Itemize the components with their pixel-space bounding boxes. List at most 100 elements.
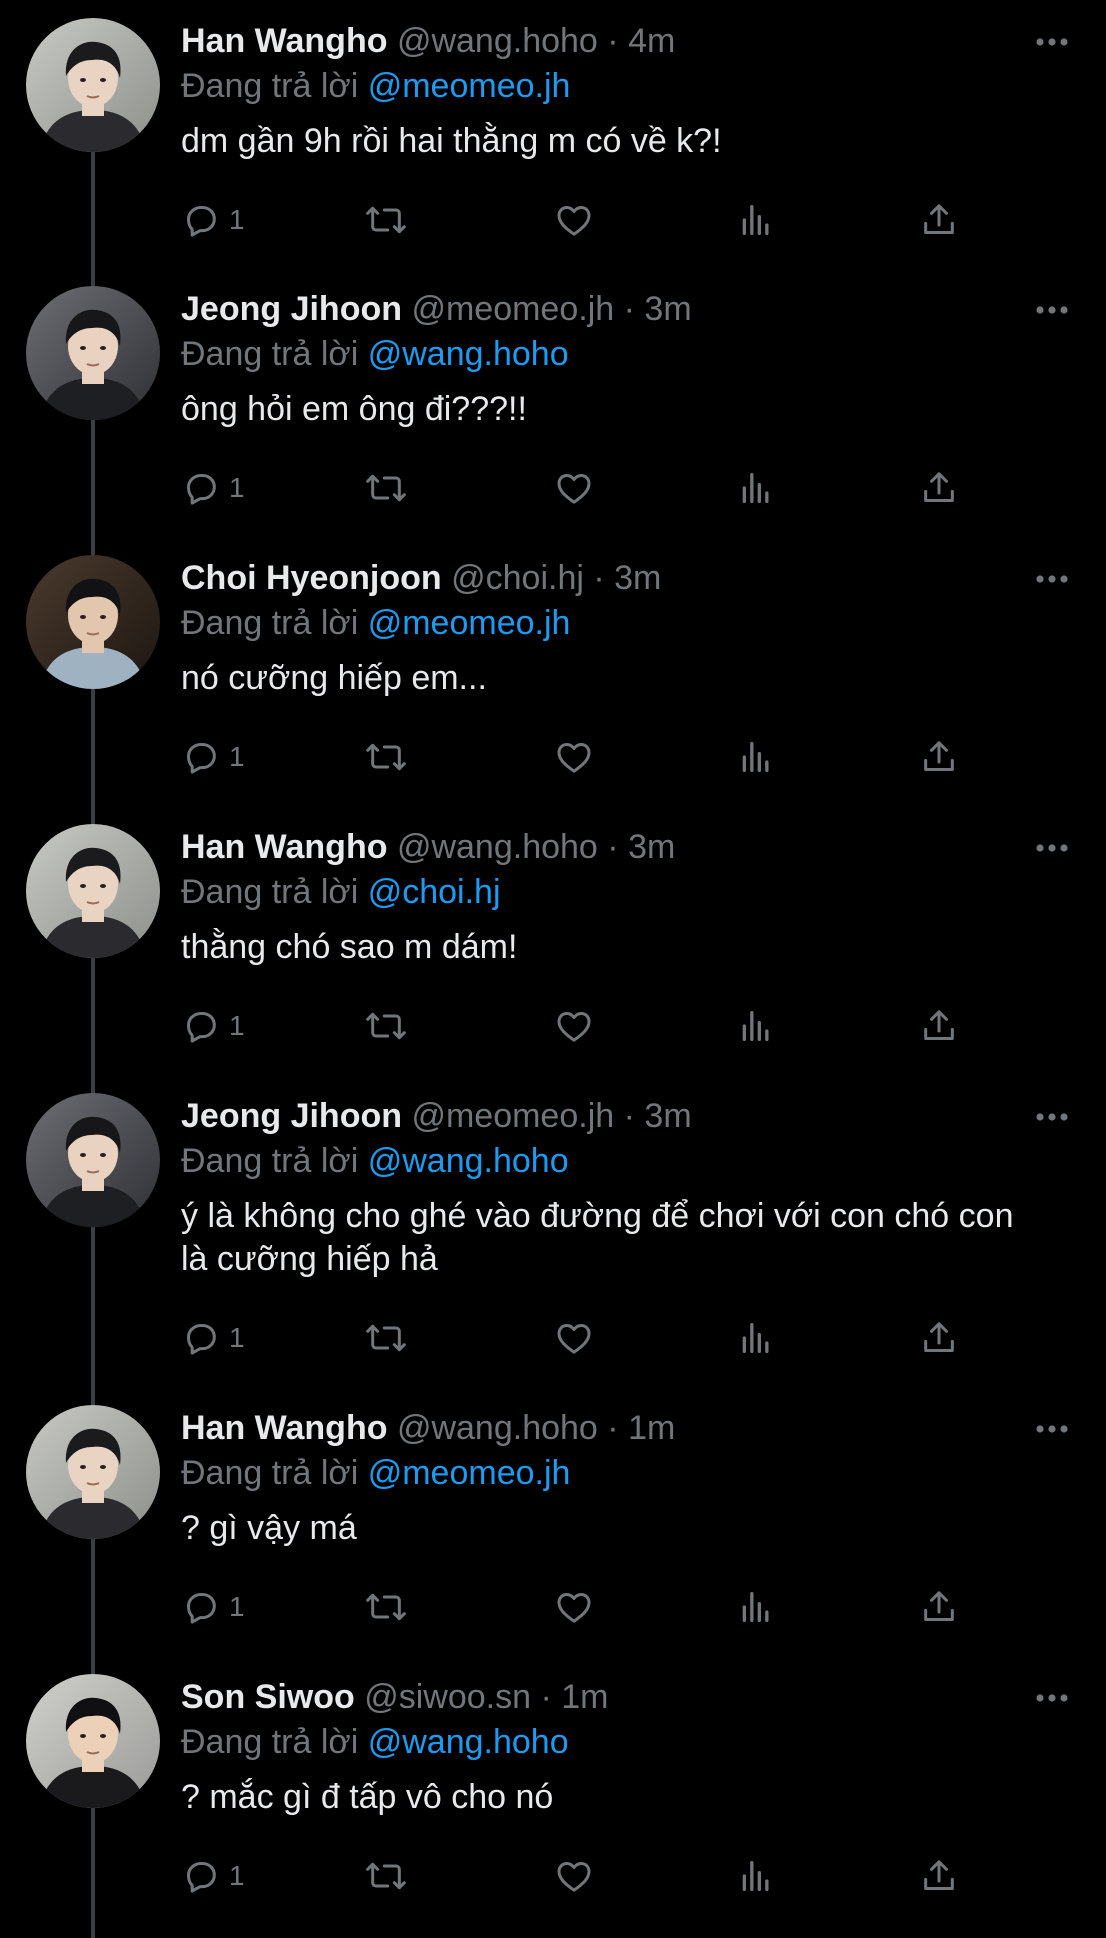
- retweet-button[interactable]: [364, 1577, 408, 1637]
- tweet[interactable]: Han Wangho @wang.hoho · 4m Đang trả lời @…: [0, 0, 1106, 286]
- reply-button[interactable]: 1: [181, 1308, 245, 1368]
- timestamp[interactable]: 3m: [644, 1097, 691, 1135]
- more-options-icon[interactable]: [1030, 1409, 1074, 1449]
- tweet-header: Han Wangho @wang.hoho · 4m: [181, 18, 1041, 64]
- author-name[interactable]: Jeong Jihoon: [181, 290, 402, 328]
- avatar[interactable]: [26, 18, 160, 152]
- author-handle[interactable]: @wang.hoho: [397, 1409, 598, 1447]
- share-button[interactable]: [919, 190, 959, 250]
- share-icon: [919, 1856, 959, 1896]
- reply-prefix: Đang trả lời: [181, 67, 359, 105]
- reply-to-handle[interactable]: @choi.hj: [368, 873, 501, 911]
- like-button[interactable]: [553, 727, 595, 787]
- retweet-button[interactable]: [364, 1308, 408, 1368]
- avatar[interactable]: [26, 555, 160, 689]
- avatar[interactable]: [26, 824, 160, 958]
- views-button[interactable]: [736, 996, 776, 1056]
- tweet[interactable]: Choi Hyeonjoon @choi.hj · 3m Đang trả lời…: [0, 537, 1106, 824]
- tweet[interactable]: Jeong Jihoon @meomeo.jh · 3m Đang trả lời…: [0, 268, 1106, 555]
- author-handle[interactable]: @wang.hoho: [397, 828, 598, 866]
- avatar[interactable]: [26, 286, 160, 420]
- reply-button[interactable]: 1: [181, 996, 245, 1056]
- author-name[interactable]: Son Siwoo: [181, 1678, 355, 1716]
- views-button[interactable]: [736, 1577, 776, 1637]
- share-icon: [919, 468, 959, 508]
- tweet-content: Choi Hyeonjoon @choi.hj · 3m Đang trả lời…: [181, 555, 1041, 700]
- timestamp[interactable]: 1m: [561, 1678, 608, 1716]
- reply-thread: Han Wangho @wang.hoho · 4m Đang trả lời @…: [0, 0, 1106, 1938]
- reply-to-handle[interactable]: @meomeo.jh: [368, 1454, 571, 1492]
- like-button[interactable]: [553, 1577, 595, 1637]
- like-button[interactable]: [553, 458, 595, 518]
- heart-icon: [553, 1318, 595, 1358]
- views-button[interactable]: [736, 1308, 776, 1368]
- separator-dot: ·: [607, 828, 619, 866]
- author-name[interactable]: Jeong Jihoon: [181, 1097, 402, 1135]
- share-button[interactable]: [919, 458, 959, 518]
- reply-to-handle[interactable]: @meomeo.jh: [368, 67, 571, 105]
- avatar[interactable]: [26, 1405, 160, 1539]
- author-handle[interactable]: @siwoo.sn: [364, 1678, 531, 1716]
- author-name[interactable]: Han Wangho: [181, 22, 388, 60]
- reply-button[interactable]: 1: [181, 190, 245, 250]
- retweet-button[interactable]: [364, 190, 408, 250]
- share-button[interactable]: [919, 727, 959, 787]
- more-options-icon[interactable]: [1030, 828, 1074, 868]
- timestamp[interactable]: 3m: [614, 559, 661, 597]
- reply-button[interactable]: 1: [181, 1577, 245, 1637]
- tweet[interactable]: Han Wangho @wang.hoho · 1m Đang trả lời @…: [0, 1387, 1106, 1674]
- tweet-actions: 1: [181, 996, 981, 1056]
- retweet-button[interactable]: [364, 727, 408, 787]
- like-button[interactable]: [553, 1846, 595, 1906]
- more-options-icon[interactable]: [1030, 1678, 1074, 1718]
- more-options-icon[interactable]: [1030, 22, 1074, 62]
- timestamp[interactable]: 1m: [628, 1409, 675, 1447]
- avatar[interactable]: [26, 1093, 160, 1227]
- more-options-icon[interactable]: [1030, 290, 1074, 330]
- retweet-button[interactable]: [364, 458, 408, 518]
- views-button[interactable]: [736, 458, 776, 518]
- reply-button[interactable]: 1: [181, 1846, 245, 1906]
- tweet[interactable]: Jeong Jihoon @meomeo.jh · 3m Đang trả lời…: [0, 1075, 1106, 1405]
- timestamp[interactable]: 3m: [628, 828, 675, 866]
- replying-to: Đang trả lời @wang.hoho: [181, 1720, 1041, 1764]
- reply-to-handle[interactable]: @wang.hoho: [368, 335, 569, 373]
- author-name[interactable]: Han Wangho: [181, 1409, 388, 1447]
- author-handle[interactable]: @meomeo.jh: [411, 1097, 614, 1135]
- replying-to: Đang trả lời @wang.hoho: [181, 1139, 1041, 1183]
- replying-to: Đang trả lời @wang.hoho: [181, 332, 1041, 376]
- author-name[interactable]: Choi Hyeonjoon: [181, 559, 442, 597]
- tweet-content: Han Wangho @wang.hoho · 1m Đang trả lời @…: [181, 1405, 1041, 1550]
- views-button[interactable]: [736, 727, 776, 787]
- avatar[interactable]: [26, 1674, 160, 1808]
- share-button[interactable]: [919, 1577, 959, 1637]
- reply-to-handle[interactable]: @wang.hoho: [368, 1142, 569, 1180]
- share-button[interactable]: [919, 1846, 959, 1906]
- like-button[interactable]: [553, 1308, 595, 1368]
- author-handle[interactable]: @choi.hj: [451, 559, 584, 597]
- tweet[interactable]: Han Wangho @wang.hoho · 3m Đang trả lời @…: [0, 806, 1106, 1093]
- like-button[interactable]: [553, 996, 595, 1056]
- more-options-icon[interactable]: [1030, 559, 1074, 599]
- reply-button[interactable]: 1: [181, 458, 245, 518]
- reply-prefix: Đang trả lời: [181, 1142, 359, 1180]
- views-button[interactable]: [736, 190, 776, 250]
- retweet-button[interactable]: [364, 1846, 408, 1906]
- timestamp[interactable]: 3m: [644, 290, 691, 328]
- tweet[interactable]: Son Siwoo @siwoo.sn · 1m Đang trả lời @wa…: [0, 1656, 1106, 1938]
- tweet-header: Han Wangho @wang.hoho · 3m: [181, 824, 1041, 870]
- share-button[interactable]: [919, 996, 959, 1056]
- timestamp[interactable]: 4m: [628, 22, 675, 60]
- reply-count: 1: [229, 472, 245, 503]
- views-button[interactable]: [736, 1846, 776, 1906]
- more-options-icon[interactable]: [1030, 1097, 1074, 1137]
- like-button[interactable]: [553, 190, 595, 250]
- retweet-button[interactable]: [364, 996, 408, 1056]
- reply-button[interactable]: 1: [181, 727, 245, 787]
- author-name[interactable]: Han Wangho: [181, 828, 388, 866]
- share-button[interactable]: [919, 1308, 959, 1368]
- reply-to-handle[interactable]: @wang.hoho: [368, 1723, 569, 1761]
- author-handle[interactable]: @meomeo.jh: [411, 290, 614, 328]
- author-handle[interactable]: @wang.hoho: [397, 22, 598, 60]
- reply-to-handle[interactable]: @meomeo.jh: [368, 604, 571, 642]
